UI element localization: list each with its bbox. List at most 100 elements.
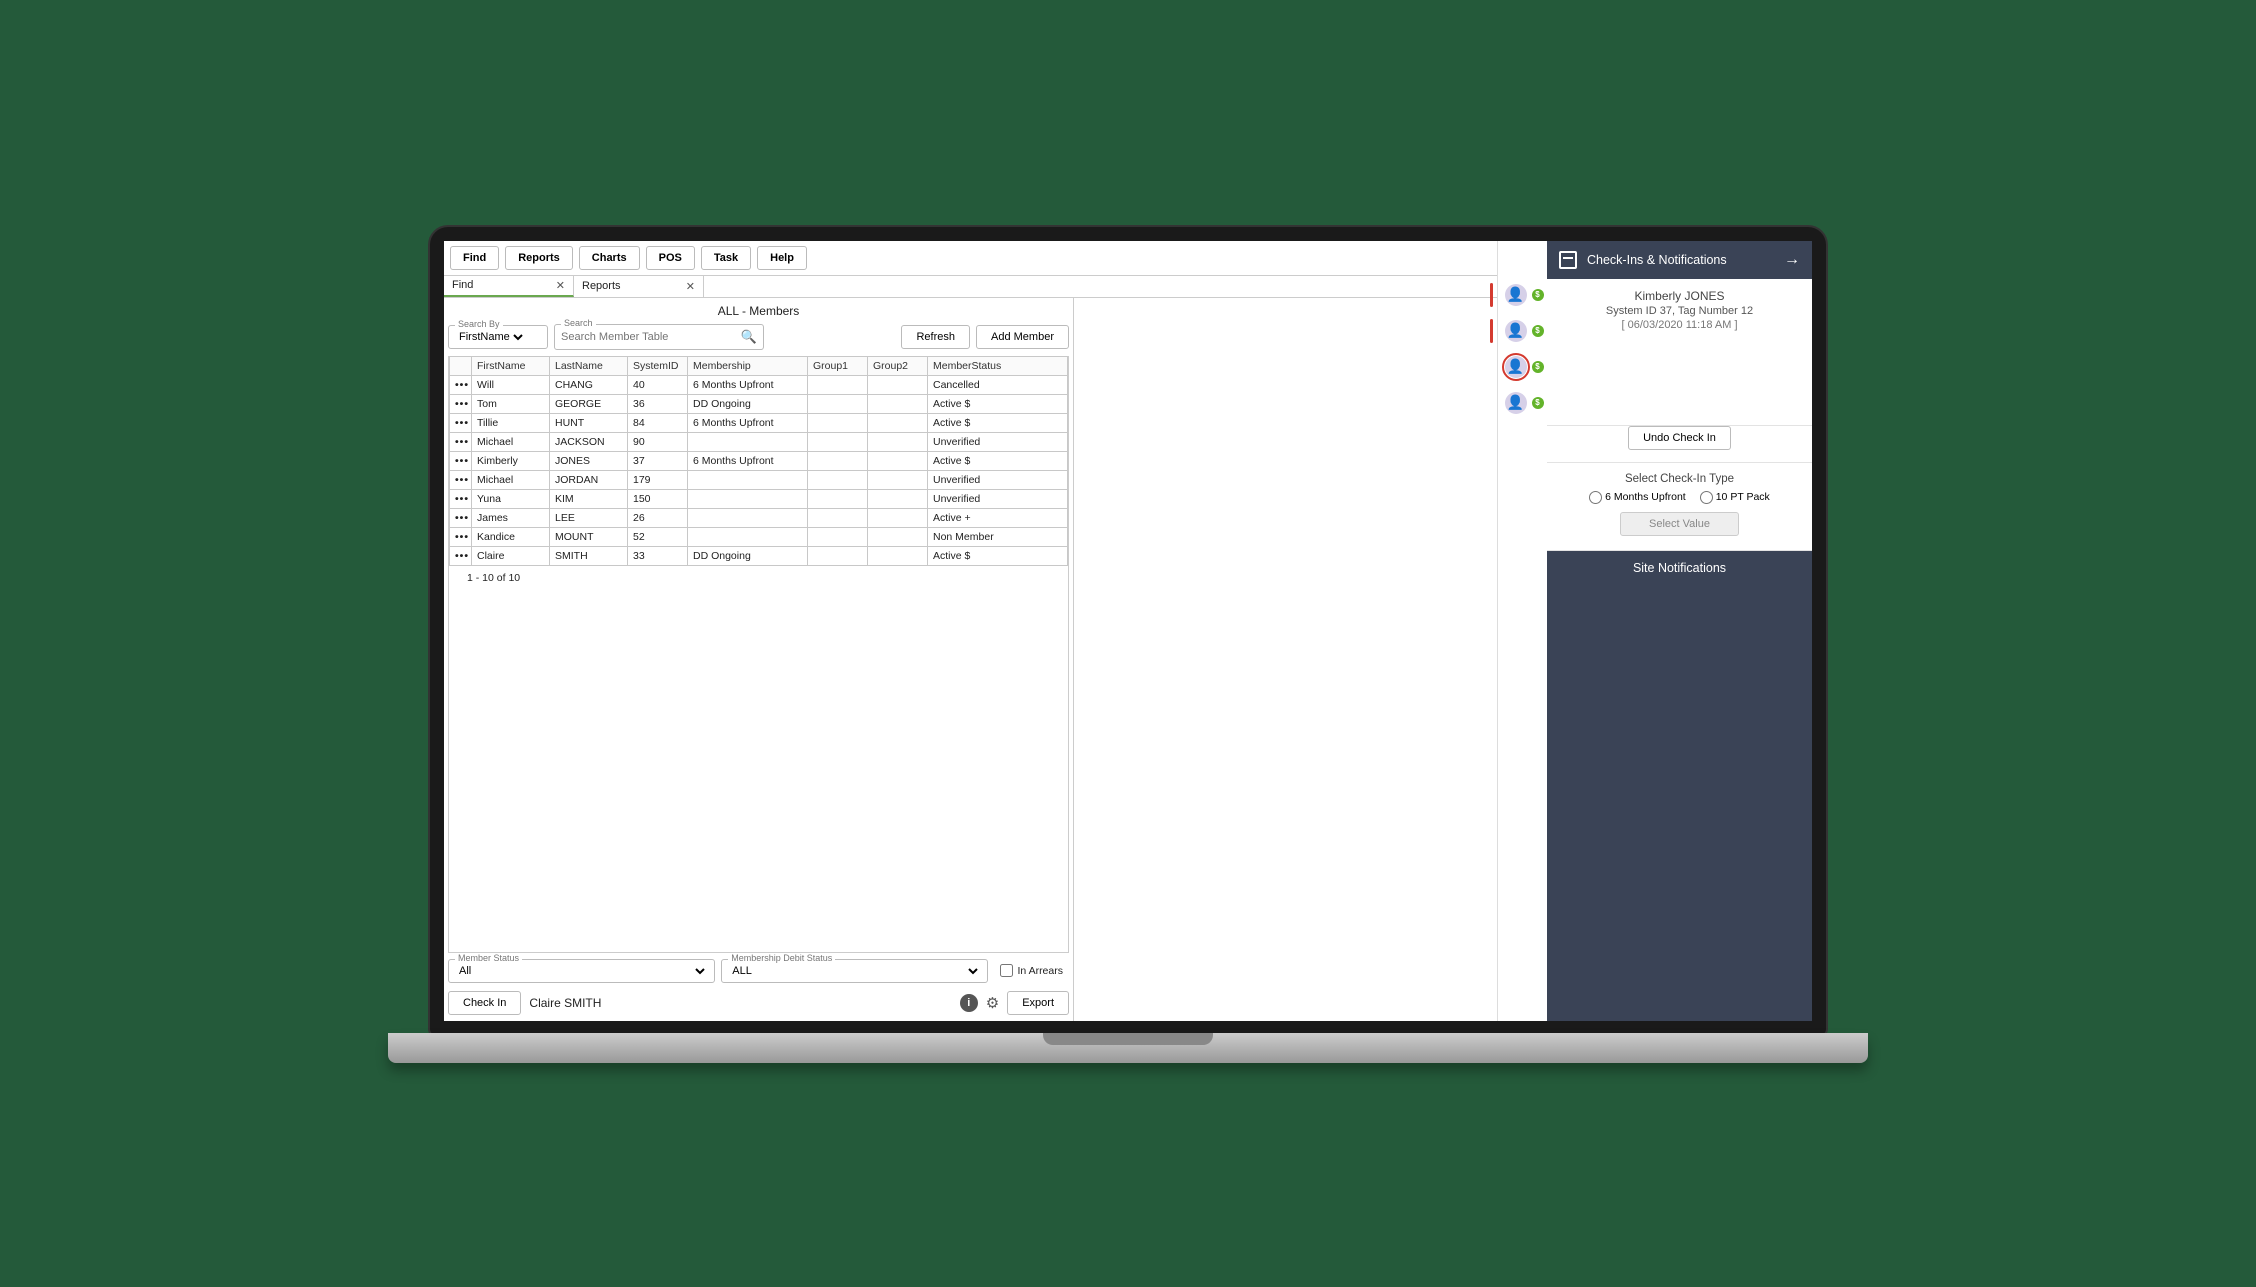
cell-mem xyxy=(688,527,808,546)
search-by-dropdown[interactable]: FirstName xyxy=(455,330,526,344)
search-field[interactable]: Search 🔍 xyxy=(554,324,764,350)
avatar-item[interactable]: 👤$ xyxy=(1502,281,1544,309)
close-icon[interactable]: ✕ xyxy=(686,280,695,293)
site-notifications-header: Site Notifications xyxy=(1547,551,1812,585)
row-menu-icon[interactable]: ••• xyxy=(450,413,472,432)
row-menu-icon[interactable]: ••• xyxy=(450,508,472,527)
member-meta: System ID 37, Tag Number 12 xyxy=(1559,305,1800,317)
avatar-item[interactable]: 👤$ xyxy=(1502,389,1544,417)
cell-g2 xyxy=(868,375,928,394)
table-row[interactable]: •••YunaKIM150Unverified xyxy=(450,489,1068,508)
cell-first: Tillie xyxy=(472,413,550,432)
table-row[interactable]: •••KimberlyJONES376 Months UpfrontActive… xyxy=(450,451,1068,470)
member-status-filter[interactable]: Member Status All xyxy=(448,959,715,983)
refresh-button[interactable]: Refresh xyxy=(901,325,970,349)
close-icon[interactable]: ✕ xyxy=(556,279,565,292)
tab-reports[interactable]: Reports✕ xyxy=(574,276,704,297)
main-area: FindReportsChartsPOSTaskHelp Find✕Report… xyxy=(444,241,1497,1021)
table-row[interactable]: •••TomGEORGE36DD OngoingActive $ xyxy=(450,394,1068,413)
selected-member-name: Claire SMITH xyxy=(529,996,601,1010)
cell-mem: DD Ongoing xyxy=(688,546,808,565)
cell-first: Tom xyxy=(472,394,550,413)
checkin-type-radio-1[interactable] xyxy=(1589,491,1602,504)
member-status-select[interactable]: All xyxy=(455,964,708,978)
cell-first: James xyxy=(472,508,550,527)
cell-status: Active $ xyxy=(928,546,1068,565)
row-menu-icon[interactable]: ••• xyxy=(450,432,472,451)
col-firstname[interactable]: FirstName xyxy=(472,356,550,375)
table-row[interactable]: •••MichaelJACKSON90Unverified xyxy=(450,432,1068,451)
cell-g2 xyxy=(868,527,928,546)
add-member-button[interactable]: Add Member xyxy=(976,325,1069,349)
col-memberstatus[interactable]: MemberStatus xyxy=(928,356,1068,375)
search-icon[interactable]: 🔍 xyxy=(741,329,757,345)
sidebar-header: Check-Ins & Notifications → xyxy=(1547,241,1812,279)
row-menu-icon[interactable]: ••• xyxy=(450,527,472,546)
row-menu-icon[interactable]: ••• xyxy=(450,470,472,489)
search-by-select[interactable]: Search By FirstName xyxy=(448,325,548,349)
menu-find[interactable]: Find xyxy=(450,246,499,270)
cell-mem xyxy=(688,470,808,489)
row-menu-icon[interactable]: ••• xyxy=(450,375,472,394)
checkin-type-opt2[interactable]: 10 PT Pack xyxy=(1700,491,1770,504)
row-menu-icon[interactable]: ••• xyxy=(450,451,472,470)
table-row[interactable]: •••KandiceMOUNT52Non Member xyxy=(450,527,1068,546)
table-row[interactable]: •••JamesLEE26Active + xyxy=(450,508,1068,527)
col-group1[interactable]: Group1 xyxy=(808,356,868,375)
checkin-type-options: 6 Months Upfront 10 PT Pack xyxy=(1559,491,1800,504)
cell-status: Active $ xyxy=(928,451,1068,470)
menu-pos[interactable]: POS xyxy=(646,246,695,270)
avatar-item[interactable]: 👤$ xyxy=(1502,353,1544,381)
cell-last: SMITH xyxy=(550,546,628,565)
cell-g2 xyxy=(868,413,928,432)
cell-status: Non Member xyxy=(928,527,1068,546)
table-row[interactable]: •••ClaireSMITH33DD OngoingActive $ xyxy=(450,546,1068,565)
checkin-type-radio-2[interactable] xyxy=(1700,491,1713,504)
info-icon[interactable]: i xyxy=(960,994,978,1012)
debit-status-filter[interactable]: Membership Debit Status ALL xyxy=(721,959,988,983)
in-arrears-input[interactable] xyxy=(1000,964,1013,977)
member-name: Kimberly JONES xyxy=(1559,289,1800,303)
table-row[interactable]: •••TillieHUNT846 Months UpfrontActive $ xyxy=(450,413,1068,432)
cell-sys: 179 xyxy=(628,470,688,489)
col-group2[interactable]: Group2 xyxy=(868,356,928,375)
menu-help[interactable]: Help xyxy=(757,246,807,270)
cell-mem: 6 Months Upfront xyxy=(688,375,808,394)
table-row[interactable]: •••WillCHANG406 Months UpfrontCancelled xyxy=(450,375,1068,394)
cell-g1 xyxy=(808,470,868,489)
check-in-button[interactable]: Check In xyxy=(448,991,521,1015)
arrow-right-icon[interactable]: → xyxy=(1784,251,1800,269)
checkin-type-opt1[interactable]: 6 Months Upfront xyxy=(1589,491,1686,504)
filter-row: Member Status All Membership Debit Statu… xyxy=(448,953,1069,983)
undo-wrap: Undo Check In xyxy=(1547,426,1812,463)
export-button[interactable]: Export xyxy=(1007,991,1069,1015)
avatar-item[interactable]: 👤$ xyxy=(1502,317,1544,345)
table-row[interactable]: •••MichaelJORDAN179Unverified xyxy=(450,470,1068,489)
in-arrears-checkbox[interactable]: In Arrears xyxy=(994,964,1069,977)
search-input[interactable] xyxy=(561,331,741,343)
row-menu-icon[interactable]: ••• xyxy=(450,489,472,508)
undo-checkin-button[interactable]: Undo Check In xyxy=(1628,426,1731,450)
cell-g2 xyxy=(868,489,928,508)
search-by-legend: Search By xyxy=(455,319,503,329)
col-lastname[interactable]: LastName xyxy=(550,356,628,375)
cell-sys: 36 xyxy=(628,394,688,413)
tab-find[interactable]: Find✕ xyxy=(444,276,574,297)
site-notifications-body xyxy=(1547,585,1812,1021)
col-membership[interactable]: Membership xyxy=(688,356,808,375)
col-systemid[interactable]: SystemID xyxy=(628,356,688,375)
menu-task[interactable]: Task xyxy=(701,246,751,270)
cell-g1 xyxy=(808,508,868,527)
cell-mem xyxy=(688,489,808,508)
members-table-container[interactable]: FirstNameLastNameSystemIDMembershipGroup… xyxy=(448,356,1069,953)
menu-reports[interactable]: Reports xyxy=(505,246,573,270)
gear-icon[interactable]: ⚙ xyxy=(986,994,999,1012)
debit-status-select[interactable]: ALL xyxy=(728,964,981,978)
cell-mem xyxy=(688,508,808,527)
row-menu-icon[interactable]: ••• xyxy=(450,394,472,413)
dollar-badge-icon: $ xyxy=(1532,361,1544,373)
cell-status: Active + xyxy=(928,508,1068,527)
row-menu-icon[interactable]: ••• xyxy=(450,546,472,565)
menu-charts[interactable]: Charts xyxy=(579,246,640,270)
cell-first: Michael xyxy=(472,470,550,489)
